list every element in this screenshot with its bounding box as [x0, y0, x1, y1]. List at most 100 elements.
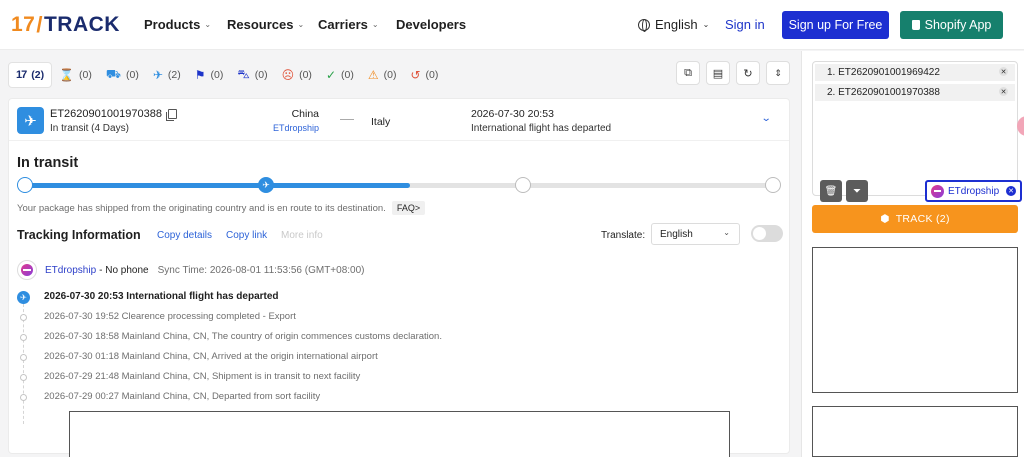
filter-not-found[interactable]: ⌛ (0) — [52, 62, 99, 88]
ad-placeholder-bottom — [69, 411, 730, 457]
track-button[interactable]: ⬢ TRACK (2) — [812, 205, 1018, 233]
chevron-down-icon: ⌄ — [297, 20, 305, 29]
clear-button[interactable]: 🗑 — [820, 180, 842, 202]
selected-carrier-label: ETdropship — [948, 185, 1000, 197]
translate-toggle[interactable] — [751, 225, 783, 242]
refresh-button[interactable]: ↻ — [736, 61, 760, 85]
box-icon: ⬢ — [880, 213, 890, 225]
filter-count: (0) — [383, 69, 397, 81]
filter-info-received[interactable]: ⛟ (0) — [99, 62, 146, 88]
remove-number-icon[interactable]: ✕ — [999, 67, 1008, 76]
export-button[interactable]: ▤ — [706, 61, 730, 85]
logo-number: 17 — [11, 13, 36, 36]
truck-icon: ⛟ — [105, 67, 121, 81]
track-button-label: TRACK (2) — [895, 213, 950, 225]
filter-count: (0) — [425, 69, 439, 81]
shopify-bag-icon — [911, 20, 920, 30]
collapse-toggle-button[interactable]: ⇕ — [766, 61, 790, 85]
close-icon[interactable]: ✕ — [1006, 186, 1016, 196]
origin-country: China — [291, 108, 319, 120]
progress-node-current: ✈ — [258, 177, 274, 193]
filter-out-for-delivery[interactable]: ⛍ (0) — [230, 62, 274, 88]
carrier-link[interactable]: ETdropship — [249, 123, 319, 133]
nav-carriers[interactable]: Carriers ⌄ — [318, 17, 379, 32]
input-number-row: 2. ET2620901001970388 ✕ — [815, 84, 1015, 101]
nav-carriers-label: Carriers — [318, 17, 368, 32]
progress-fill — [25, 183, 410, 188]
all-icon: 17 — [16, 69, 27, 81]
destination-country: Italy — [371, 116, 391, 128]
carrier-phone: - No phone — [99, 264, 149, 276]
filter-button[interactable]: ⏷ — [846, 180, 868, 202]
document-icon: ▤ — [712, 67, 724, 80]
plane-icon: ✈ — [17, 291, 30, 304]
carrier-logo — [931, 184, 944, 198]
filter-count: (0) — [79, 69, 92, 81]
timeline-event: 2026-07-29 21:48 Mainland China, CN, Shi… — [44, 371, 361, 382]
chevron-down-icon: ⌄ — [204, 20, 212, 29]
copy-all-button[interactable]: ⧉ — [676, 61, 700, 85]
trash-icon: 🗑 — [824, 185, 838, 197]
shipment-card: ✈ ET2620901001970388 In transit (4 Days)… — [8, 98, 790, 454]
copy-icon[interactable] — [165, 109, 177, 121]
filter-pick-up[interactable]: ⚑ (0) — [188, 62, 231, 88]
shipment-summary[interactable]: ✈ ET2620901001970388 In transit (4 Days)… — [9, 99, 789, 141]
filter-alert[interactable]: ⚠ (0) — [361, 62, 404, 88]
progress-node — [515, 177, 531, 193]
shopify-app-label: Shopify App — [924, 18, 992, 32]
expired-icon: ↺ — [410, 68, 421, 82]
nav-developers[interactable]: Developers — [396, 17, 466, 32]
last-event-text: International flight has departed — [471, 123, 612, 134]
plane-icon: ✈ — [152, 68, 163, 82]
filter-undelivered[interactable]: ☹ (0) — [275, 62, 319, 88]
language-selector[interactable]: English ⌄ — [638, 17, 709, 32]
selected-carrier-chip[interactable]: ETdropship ✕ — [925, 180, 1022, 202]
shipment-status: In transit (4 Days) — [50, 123, 129, 134]
translate-label: Translate: — [601, 230, 646, 241]
filter-count: (2) — [167, 69, 181, 81]
nav-developers-label: Developers — [396, 17, 467, 32]
copy-details-link[interactable]: Copy details — [157, 230, 212, 241]
tracking-number-text: ET2620901001970388 — [50, 108, 162, 120]
nav-products[interactable]: Products ⌄ — [144, 17, 211, 32]
chevron-down-icon: ⌄ — [723, 228, 730, 237]
refresh-icon: ↻ — [743, 67, 753, 80]
top-navigation: 17 / TRACK Products ⌄ Resources ⌄ Carrie… — [0, 0, 1024, 50]
input-number-row: 1. ET2620901001969422 ✕ — [815, 64, 1015, 81]
faq-link[interactable]: FAQ> — [391, 201, 426, 215]
translate-select[interactable]: English ⌄ — [651, 223, 740, 245]
carrier-name[interactable]: ETdropship — [45, 265, 96, 276]
flag-icon: ⚑ — [194, 68, 206, 82]
progress-bar: ✈ — [17, 177, 781, 193]
logo-slash: / — [36, 12, 43, 37]
timeline-event: 2026-07-30 18:58 Mainland China, CN, The… — [44, 331, 442, 342]
sign-up-button[interactable]: Sign up For Free — [782, 11, 889, 39]
filter-all[interactable]: 17 (2) — [8, 62, 53, 88]
copy-link-link[interactable]: Copy link — [226, 230, 267, 241]
17track-logo[interactable]: 17 / TRACK — [11, 12, 120, 38]
ad-placeholder — [812, 247, 1018, 393]
tracking-number-input[interactable]: 1. ET2620901001969422 ✕ 2. ET26209010019… — [812, 61, 1022, 202]
chevron-down-icon: ⌄ — [702, 20, 710, 29]
nav-resources[interactable]: Resources ⌄ — [227, 17, 304, 32]
remove-number-icon[interactable]: ✕ — [999, 87, 1008, 96]
shopify-app-button[interactable]: Shopify App — [900, 11, 1003, 39]
timeline-dot — [20, 314, 27, 321]
filter-expired[interactable]: ↺ (0) — [403, 62, 445, 88]
timeline-event: 2026-07-30 20:53 International flight ha… — [44, 291, 279, 302]
timeline-event: 2026-07-30 01:18 Mainland China, CN, Arr… — [44, 351, 378, 362]
results-panel: 17 (2) ⌛ (0) ⛟ (0) ✈ (2) ⚑ (0) ⛍ (0) ☹ (… — [0, 51, 800, 457]
copy-icon: ⧉ — [684, 66, 692, 79]
progress-node-end — [765, 177, 781, 193]
expand-chevron-icon[interactable]: ⌄ — [761, 113, 772, 124]
translate-value: English — [660, 229, 693, 240]
timeline-dot — [20, 334, 27, 341]
filter-in-transit[interactable]: ✈ (2) — [146, 62, 188, 88]
tracking-info-title: Tracking Information — [17, 228, 141, 242]
filter-delivered[interactable]: ✓ (0) — [319, 62, 361, 88]
status-heading: In transit — [17, 155, 79, 171]
ad-placeholder — [812, 406, 1018, 457]
filter-count: (0) — [341, 69, 354, 81]
sign-in-link[interactable]: Sign in — [725, 17, 765, 32]
status-description: Your package has shipped from the origin… — [17, 201, 426, 215]
